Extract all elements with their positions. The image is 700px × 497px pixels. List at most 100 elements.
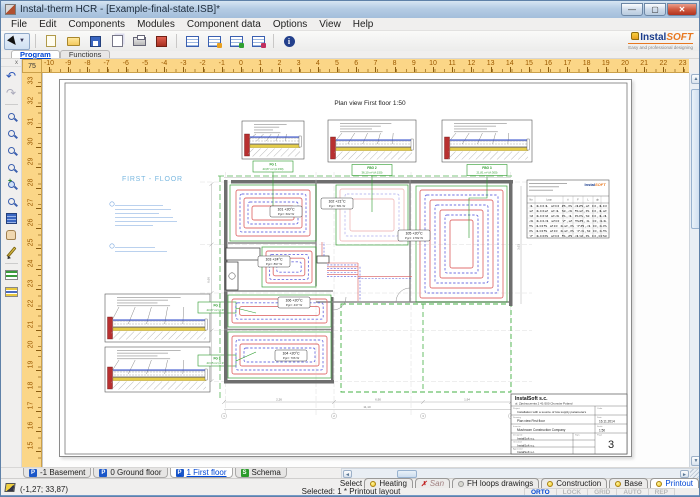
printout-sheet[interactable]: Plan view First floor 1:50FG 143,87 m² (…: [59, 79, 632, 457]
scroll-down-icon[interactable]: ▼: [691, 456, 700, 466]
menu-item-view[interactable]: View: [313, 19, 347, 30]
scroll-right-icon[interactable]: ►: [680, 470, 689, 478]
new-file-button[interactable]: [41, 33, 61, 50]
svg-text:InstalSoft s.c.: InstalSoft s.c.: [517, 436, 535, 440]
zoom-level-box[interactable]: 75: [22, 59, 42, 73]
layers-button[interactable]: [3, 267, 20, 283]
menu-item-component-data[interactable]: Component data: [181, 19, 267, 30]
graphics-table-button[interactable]: [248, 33, 268, 50]
zoom-in-icon: [8, 181, 15, 188]
view-grid-button[interactable]: [3, 210, 20, 226]
scroll-up-icon[interactable]: ▲: [691, 74, 700, 84]
floor-tab--1-basement[interactable]: P-1 Basement: [23, 468, 91, 478]
svg-text:FBG 2: FBG 2: [367, 166, 377, 170]
bulb-icon: [615, 481, 621, 487]
vruler-tick: 15: [28, 439, 35, 453]
window-title: Instal-therm HCR - [Example-final-state.…: [20, 4, 220, 15]
menu-item-file[interactable]: File: [5, 19, 33, 30]
copy-button[interactable]: [107, 33, 127, 50]
svg-text:Pgrz: 437 W: Pgrz: 437 W: [286, 303, 303, 307]
bulb-icon: [656, 481, 662, 487]
floor-tab-icon: P: [176, 469, 184, 477]
hruler-tick: 12: [463, 60, 479, 67]
vruler-tick: 24: [28, 256, 35, 270]
undo-button[interactable]: ↶: [3, 68, 20, 84]
svg-text:3,63: 3,63: [517, 244, 521, 250]
export-button[interactable]: [151, 33, 171, 50]
vruler-tick: 20: [28, 337, 35, 351]
horizontal-scroll-thumb[interactable]: [397, 470, 417, 478]
tab-functions[interactable]: Functions: [60, 50, 111, 58]
hruler-tick: 19: [598, 60, 614, 67]
catalog-table-button[interactable]: [226, 33, 246, 50]
sheet-tab-base[interactable]: Base: [609, 478, 648, 488]
coordinates-icon: [4, 483, 15, 492]
hruler-tick: -3: [175, 60, 191, 67]
info-button[interactable]: i: [279, 33, 299, 50]
close-button[interactable]: ✕: [667, 3, 697, 16]
svg-text:FIRST - FLOOR: FIRST - FLOOR: [122, 176, 183, 183]
zoom-in-button[interactable]: [3, 176, 20, 192]
floor-tab-icon: P: [99, 469, 107, 477]
left-toolbar: x ↶↷: [1, 59, 22, 467]
vruler-tick: 31: [28, 114, 35, 128]
svg-text:FG 1: FG 1: [269, 162, 276, 166]
pan-button[interactable]: [3, 227, 20, 243]
floor-plan-drawing: Plan view First floor 1:50FG 143,87 m² (…: [60, 80, 633, 458]
printer-icon: [133, 37, 146, 46]
save-button[interactable]: [85, 33, 105, 50]
zoom-extents-button[interactable]: [3, 193, 20, 209]
brand-tagline: Easy and professional designing: [628, 43, 693, 50]
main-area: x ↶↷ 75 -10-9-8-7-6-5-4-3-2-101234567891…: [1, 59, 700, 467]
floor-tab-schema[interactable]: SSchema: [235, 468, 287, 478]
sheet-tab-bar: Heating✗San FH loops drawings Construction…: [362, 478, 699, 488]
menu-item-modules[interactable]: Modules: [131, 19, 181, 30]
menu-bar: FileEditComponentsModulesComponent dataO…: [1, 18, 700, 31]
maximize-button[interactable]: ▢: [644, 3, 666, 16]
menu-item-edit[interactable]: Edit: [33, 19, 62, 30]
redo-button[interactable]: ↷: [3, 85, 20, 101]
sheet-tab-heating[interactable]: Heating: [364, 478, 413, 488]
toolbar-close-icon[interactable]: x: [1, 59, 21, 67]
hruler-tick: 11: [444, 60, 460, 67]
vruler-tick: 30: [28, 134, 35, 148]
vertical-scrollbar[interactable]: ▲ ▼: [689, 73, 700, 467]
vruler-tick: 29: [28, 155, 35, 169]
sheet-tab-label: FH loops drawings: [467, 479, 533, 488]
menu-item-components[interactable]: Components: [62, 19, 131, 30]
minimize-button[interactable]: —: [621, 3, 643, 16]
svg-text:2,26: 2,26: [276, 398, 282, 402]
hruler-tick: 21: [636, 60, 652, 67]
vertical-scroll-thumb[interactable]: [691, 89, 700, 229]
scroll-left-icon[interactable]: ◄: [343, 470, 352, 478]
hruler-tick: -5: [137, 60, 153, 67]
print-button[interactable]: [129, 33, 149, 50]
floor-tab-0-ground-floor[interactable]: P0 Ground floor: [93, 468, 167, 478]
menu-item-options[interactable]: Options: [267, 19, 313, 30]
component-table-button[interactable]: [182, 33, 202, 50]
zoom-window-button[interactable]: [3, 108, 20, 124]
menu-item-help[interactable]: Help: [347, 19, 380, 30]
sheet-tab-san[interactable]: ✗San: [415, 478, 450, 488]
brand-icon: [631, 32, 639, 40]
svg-text:Instal: Instal: [585, 182, 595, 187]
hruler-tick: 22: [655, 60, 671, 67]
floor-tab-1-first-floor[interactable]: P1 First floor: [170, 468, 233, 478]
sheets-button[interactable]: [3, 284, 20, 300]
zoom-area-button[interactable]: [3, 125, 20, 141]
hruler-tick: 13: [483, 60, 499, 67]
select-tool-button[interactable]: ▼: [4, 33, 30, 50]
drawing-canvas[interactable]: Plan view First floor 1:50FG 143,87 m² (…: [42, 73, 689, 467]
zoom-page-button[interactable]: [3, 142, 20, 158]
title-bar[interactable]: Instal-therm HCR - [Example-final-state.…: [1, 1, 700, 18]
zoom-out-button[interactable]: [3, 159, 20, 175]
sheet-tab-construction[interactable]: Construction: [541, 478, 607, 488]
table-edit-icon: [208, 36, 221, 47]
open-file-button[interactable]: [63, 33, 83, 50]
component-edit-table-button[interactable]: [204, 33, 224, 50]
tab-program[interactable]: Program: [11, 50, 60, 58]
sheet-tab-printout[interactable]: Printout: [650, 478, 699, 488]
cursor-coordinates: (-1,27; 33,87): [20, 485, 68, 494]
sheet-tab-fh-loops-drawings[interactable]: FH loops drawings: [452, 478, 539, 488]
edit-pen-button[interactable]: [3, 244, 20, 260]
